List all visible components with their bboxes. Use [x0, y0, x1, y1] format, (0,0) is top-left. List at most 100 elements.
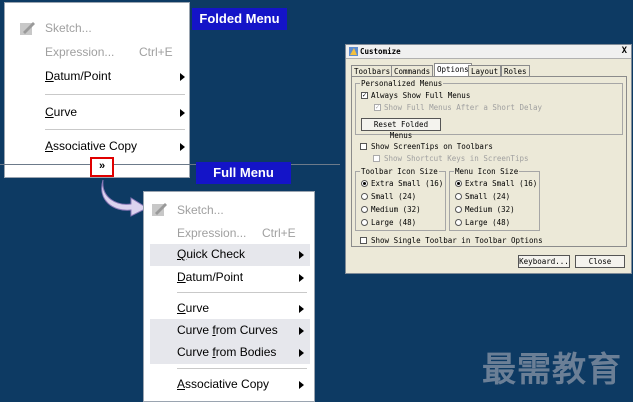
menu-item-curve-from-curves[interactable]: Curve from Curves [177, 323, 278, 337]
checkbox-label: Show ScreenTips on Toolbars [371, 142, 493, 151]
radio-menu-small[interactable] [455, 193, 462, 200]
options-panel: Personalized Menus ✓ Always Show Full Me… [351, 76, 627, 247]
radio-label: Extra Small (16) [371, 179, 444, 188]
radio-menu-medium[interactable] [455, 206, 462, 213]
menu-item-datum-point[interactable]: Datum/Point [45, 69, 111, 83]
full-menu-tag: Full Menu [196, 162, 291, 184]
single-toolbar-checkbox[interactable] [360, 237, 367, 244]
checkbox-label: Show Full Menus After a Short Delay [384, 103, 543, 112]
hotkey: Q [177, 247, 187, 261]
reset-folded-menus-button[interactable]: Reset Folded Menus [361, 118, 441, 140]
submenu-arrow-icon [299, 327, 304, 335]
menu-item-datum-point[interactable]: Datum/Point [177, 270, 243, 284]
close-icon[interactable]: X [622, 46, 627, 56]
group-title: Menu Icon Size [454, 167, 520, 176]
watermark: 最需教育 [482, 350, 622, 390]
menu-item-quick-check[interactable]: Quick Check [177, 247, 245, 261]
radio-label: Medium (32) [465, 205, 515, 214]
customize-dialog: Customize X Toolbars Commands Options La… [345, 44, 632, 274]
app-icon [349, 47, 358, 56]
shortcut-keys-checkbox[interactable] [373, 155, 380, 162]
menu-item-curve-from-bodies[interactable]: Curve from Bodies [177, 345, 276, 359]
menu-item-curve[interactable]: Curve [177, 301, 209, 315]
radio-toolbar-large[interactable] [361, 219, 368, 226]
menu-item-associative-copy[interactable]: Associative Copy [45, 139, 137, 153]
radio-label: Small (24) [465, 192, 511, 201]
checkbox-label: Show Single Toolbar in Toolbar Options [371, 236, 543, 245]
hotkey: A [177, 377, 186, 391]
menu-item-expression[interactable]: Expression... [177, 226, 246, 240]
expand-menu-button[interactable]: » [90, 157, 114, 177]
hotkey: A [45, 139, 54, 153]
radio-label: Extra Small (16) [465, 179, 538, 188]
folded-menu-tag: Folded Menu [192, 8, 287, 30]
group-title: Personalized Menus [360, 79, 444, 88]
screentips-checkbox[interactable] [360, 143, 367, 150]
menu-item-expression[interactable]: Expression... [45, 45, 114, 59]
dialog-titlebar[interactable]: Customize X [346, 45, 631, 59]
folded-menu: Sketch... Expression... Ctrl+E Datum/Poi… [4, 2, 190, 178]
hotkey: C [45, 105, 54, 119]
radio-label: Medium (32) [371, 205, 421, 214]
tab-commands[interactable]: Commands [391, 65, 434, 76]
menu-label: urve [53, 105, 78, 119]
show-after-delay-checkbox[interactable]: ✓ [374, 104, 381, 111]
submenu-arrow-icon [180, 73, 185, 81]
menu-item-sketch[interactable]: Sketch... [177, 203, 224, 217]
checkbox-label: Always Show Full Menus [371, 91, 471, 100]
group-title: Toolbar Icon Size [360, 167, 439, 176]
sketch-icon [20, 22, 35, 35]
sketch-icon [152, 203, 167, 216]
separator [177, 368, 307, 369]
submenu-arrow-icon [299, 305, 304, 313]
menu-label: rom Bodies [215, 345, 277, 359]
radio-menu-large[interactable] [455, 219, 462, 226]
hotkey: D [45, 69, 54, 83]
menu-label: rom Curves [215, 323, 278, 337]
menu-label: atum/Point [53, 69, 112, 83]
submenu-arrow-icon [299, 381, 304, 389]
radio-menu-extra-small[interactable] [455, 180, 462, 187]
expression-shortcut: Ctrl+E [262, 226, 296, 240]
radio-label: Small (24) [371, 192, 417, 201]
tab-toolbars[interactable]: Toolbars [351, 65, 394, 76]
submenu-arrow-icon [180, 143, 185, 151]
separator [177, 292, 307, 293]
submenu-arrow-icon [299, 251, 304, 259]
radio-toolbar-extra-small[interactable] [361, 180, 368, 187]
radio-toolbar-small[interactable] [361, 193, 368, 200]
always-show-checkbox[interactable]: ✓ [361, 92, 368, 99]
menu-label: ssociative Copy [185, 377, 270, 391]
tab-layout[interactable]: Layout [468, 65, 502, 76]
radio-toolbar-medium[interactable] [361, 206, 368, 213]
tab-options[interactable]: Options [434, 63, 472, 76]
hotkey: C [177, 301, 186, 315]
menu-icon-size-group: Menu Icon Size Extra Small (16) Small (2… [449, 167, 540, 231]
submenu-arrow-icon [299, 349, 304, 357]
personalized-menus-group: Personalized Menus ✓ Always Show Full Me… [355, 79, 623, 140]
menu-item-sketch[interactable]: Sketch... [45, 21, 92, 35]
expression-shortcut: Ctrl+E [139, 45, 173, 59]
radio-label: Large (48) [371, 218, 417, 227]
dialog-title: Customize [360, 47, 401, 56]
separator [45, 129, 185, 130]
menu-label: urve [185, 301, 210, 315]
menu-label: atum/Point [185, 270, 244, 284]
checkbox-label: Show Shortcut Keys in ScreenTips [384, 154, 529, 163]
menu-label: Curve [177, 323, 213, 337]
submenu-arrow-icon [299, 274, 304, 282]
menu-item-associative-copy[interactable]: Associative Copy [177, 377, 269, 391]
toolbar-icon-size-group: Toolbar Icon Size Extra Small (16) Small… [355, 167, 446, 231]
radio-label: Large (48) [465, 218, 511, 227]
separator [45, 94, 185, 95]
menu-item-curve[interactable]: Curve [45, 105, 77, 119]
keyboard-button[interactable]: Keyboard... [518, 255, 570, 268]
tab-roles[interactable]: Roles [501, 65, 530, 76]
close-button[interactable]: Close [575, 255, 625, 268]
menu-label: Curve [177, 345, 213, 359]
menu-label: uick Check [186, 247, 246, 261]
submenu-arrow-icon [180, 109, 185, 117]
menu-label: ssociative Copy [53, 139, 138, 153]
full-menu: Sketch... Expression... Ctrl+E Quick Che… [143, 191, 315, 402]
hotkey: D [177, 270, 186, 284]
